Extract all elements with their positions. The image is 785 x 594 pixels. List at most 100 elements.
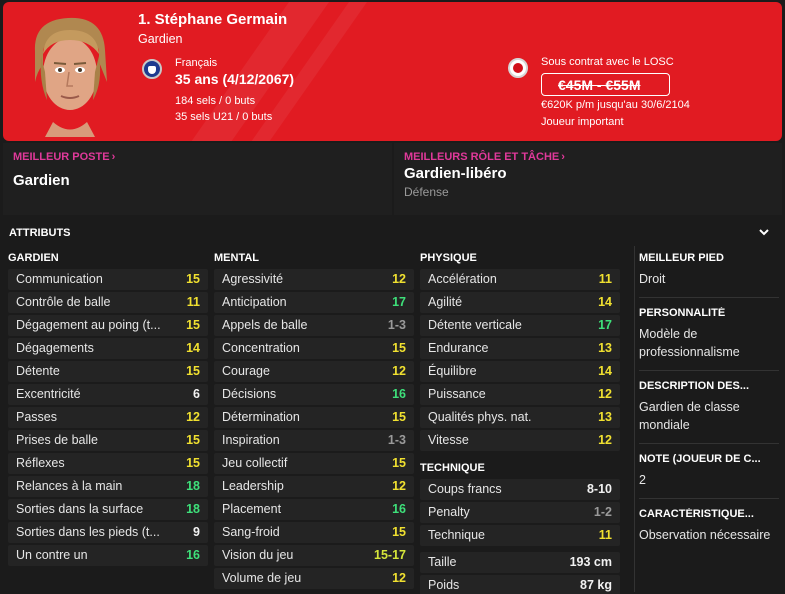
player-caps-u21: 35 sels U21 / 0 buts [175,111,273,123]
attribute-row[interactable]: Agilité 14 [420,292,620,313]
attributes-title: ATTRIBUTS [9,227,71,239]
attribute-value: 18 [186,479,200,493]
attribute-value: 13 [598,341,612,355]
attribute-row[interactable]: Volume de jeu 12 [214,568,414,589]
attribute-name: Sorties dans les pieds (t... [16,525,160,539]
player-portrait [34,17,107,137]
player-header: 1. Stéphane Germain Gardien Français 35 … [3,2,782,141]
attribute-name: Détente [16,364,60,378]
attribute-row[interactable]: Placement 16 [214,499,414,520]
france-badge-icon[interactable] [142,59,162,79]
attribute-row[interactable]: Accélération 11 [420,269,620,290]
attributes-header[interactable]: ATTRIBUTS [3,219,782,246]
attribute-value: 16 [392,387,406,401]
attribute-value: 15 [392,341,406,355]
attribute-row[interactable]: Prises de balle 15 [8,430,208,451]
attribute-value: 15 [186,318,200,332]
attribute-name: Prises de balle [16,433,98,447]
attribute-row[interactable]: Concentration 15 [214,338,414,359]
side-divider [634,246,635,592]
attribute-row[interactable]: Puissance 12 [420,384,620,405]
description-value: Gardien de classe mondiale [639,400,740,432]
attribute-value: 12 [392,571,406,585]
attribute-row[interactable]: Taille 193 cm [420,552,620,573]
attribute-row[interactable]: Agressivité 12 [214,269,414,290]
attribute-row[interactable]: Poids 87 kg [420,575,620,594]
attribute-row[interactable]: Endurance 13 [420,338,620,359]
attribute-row[interactable]: Dégagements 14 [8,338,208,359]
attribute-row[interactable]: Inspiration 1-3 [214,430,414,451]
attribute-row[interactable]: Penalty 1-2 [420,502,620,523]
attribute-row[interactable]: Qualités phys. nat. 13 [420,407,620,428]
attribute-row[interactable]: Un contre un 16 [8,545,208,566]
attribute-value: 8-10 [586,482,612,496]
attribute-row[interactable]: Sang-froid 15 [214,522,414,543]
attribute-name: Placement [222,502,282,516]
best-position-panel[interactable]: MEILLEUR POSTE › Gardien [3,143,392,215]
attribute-name: Endurance [428,341,489,355]
attribute-row[interactable]: Détermination 15 [214,407,414,428]
attribute-row[interactable]: Contrôle de balle 11 [8,292,208,313]
attribute-value: 15 [186,456,200,470]
attribute-row[interactable]: Détente 15 [8,361,208,382]
attribute-name: Agressivité [222,272,284,286]
attribute-name: Détente verticale [428,318,522,332]
side-separator [639,498,779,499]
attribute-row[interactable]: Jeu collectif 15 [214,453,414,474]
attribute-row[interactable]: Technique 11 [420,525,620,546]
attribute-row[interactable]: Décisions 16 [214,384,414,405]
side-separator [639,297,779,298]
contract-club[interactable]: Sous contrat avec le LOSC [541,56,674,68]
attribute-value: 15 [392,410,406,424]
attribute-row[interactable]: Excentricité 6 [8,384,208,405]
attribute-row[interactable]: Passes 12 [8,407,208,428]
attribute-row[interactable]: Réflexes 15 [8,453,208,474]
attribute-value: 12 [598,433,612,447]
trait-value: Observation nécessaire [639,528,771,542]
attribute-row[interactable]: Courage 12 [214,361,414,382]
attribute-value: 16 [392,502,406,516]
attribute-value: 12 [392,272,406,286]
personality-title: PERSONNALITÉ [639,307,726,319]
attribute-name: Réflexes [16,456,65,470]
attribute-name: Inspiration [222,433,280,447]
attribute-name: Vision du jeu [222,548,294,562]
attribute-row[interactable]: Dégagement au poing (t... 15 [8,315,208,336]
preferred-foot-block: MEILLEUR PIED Droit [639,252,779,288]
attribute-row[interactable]: Détente verticale 17 [420,315,620,336]
attribute-row[interactable]: Équilibre 14 [420,361,620,382]
club-badge-icon[interactable] [508,58,528,78]
attribute-row[interactable]: Leadership 12 [214,476,414,497]
attribute-name: Coups francs [428,482,502,496]
attribute-name: Anticipation [222,295,287,309]
attribute-row[interactable]: Sorties dans la surface 18 [8,499,208,520]
attribute-value: 12 [392,364,406,378]
attribute-row[interactable]: Relances à la main 18 [8,476,208,497]
chevron-right-icon: › [111,151,116,163]
attribute-row[interactable]: Communication 15 [8,269,208,290]
attribute-name: Accélération [428,272,497,286]
attribute-name: Courage [222,364,270,378]
attribute-value: 193 cm [569,555,612,569]
attribute-row[interactable]: Anticipation 17 [214,292,414,313]
attribute-row[interactable]: Coups francs 8-10 [420,479,620,500]
personality-value: Modèle de professionnalisme [639,327,740,359]
attribute-value: 11 [186,295,200,309]
personality-block: PERSONNALITÉ Modèle de professionnalisme [639,307,779,361]
best-role-panel[interactable]: MEILLEURS RÔLE ET TÂCHE › Gardien-libéro … [394,143,782,215]
attribute-row[interactable]: Appels de balle 1-3 [214,315,414,336]
attribute-value: 15 [392,525,406,539]
attribute-name: Volume de jeu [222,571,302,585]
best-role-title[interactable]: MEILLEURS RÔLE ET TÂCHE › [404,151,565,163]
attribute-row[interactable]: Sorties dans les pieds (t... 9 [8,522,208,543]
attribute-name: Détermination [222,410,300,424]
attribute-name: Agilité [428,295,463,309]
attribute-name: Vitesse [428,433,469,447]
attribute-row[interactable]: Vision du jeu 15-17 [214,545,414,566]
best-position-title[interactable]: MEILLEUR POSTE › [13,151,115,163]
gardien-title: GARDIEN [8,252,59,264]
attribute-row[interactable]: Vitesse 12 [420,430,620,451]
attribute-name: Relances à la main [16,479,123,493]
attribute-value: 14 [598,364,612,378]
chevron-down-icon[interactable] [758,226,770,238]
